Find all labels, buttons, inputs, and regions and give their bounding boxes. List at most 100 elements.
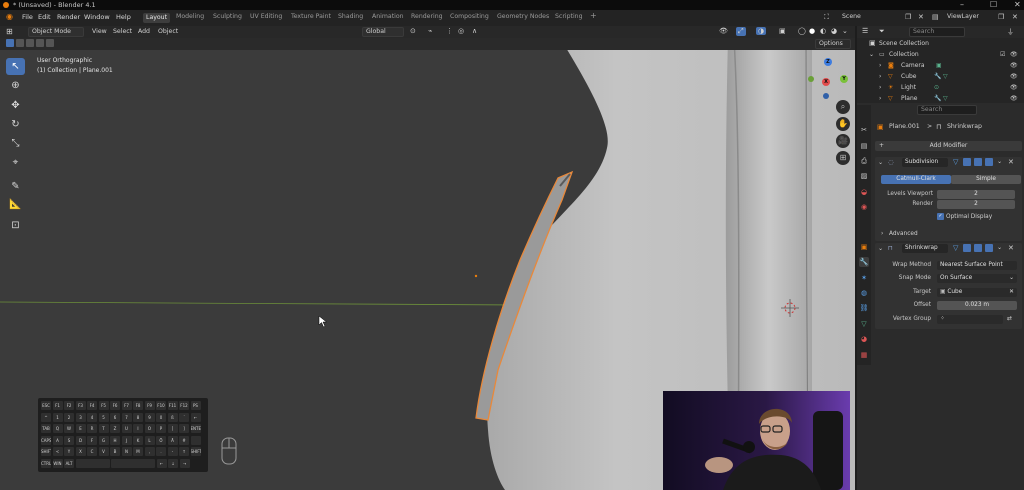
annotate-tool-icon[interactable]: ✎ <box>6 178 25 195</box>
menu-object[interactable]: Object <box>158 28 178 35</box>
collection-eye-icon[interactable]: 👁 <box>1010 49 1018 60</box>
catmull-clark-tab[interactable]: Catmull-Clark <box>881 175 951 184</box>
select-extend-icon[interactable] <box>16 39 24 47</box>
physics-tab-icon[interactable]: ◍ <box>859 288 869 298</box>
material-tab-icon[interactable]: ◕ <box>859 334 869 344</box>
overlay-toggle-icon[interactable]: ◑ <box>756 27 767 35</box>
tab-rendering[interactable]: Rendering <box>408 13 446 20</box>
transform-tool-icon[interactable]: ⌖ <box>6 154 25 171</box>
select-box-tool-icon[interactable]: ↖ <box>6 58 25 75</box>
camera-eye-icon[interactable]: 👁 <box>1010 60 1018 71</box>
simple-tab[interactable]: Simple <box>951 175 1021 184</box>
subdivision-name-field[interactable]: Subdivision <box>902 158 948 167</box>
cage-toggle-icon[interactable] <box>963 158 971 166</box>
select-invert-icon[interactable] <box>36 39 44 47</box>
expand-arrow-icon[interactable]: ⌄ <box>869 49 874 60</box>
scene-name[interactable]: Scene <box>842 13 861 20</box>
view-layer-remove-icon[interactable]: ✕ <box>1012 13 1018 21</box>
target-field[interactable]: ▣ Cube ✕ <box>937 288 1017 297</box>
view-layer-name[interactable]: ViewLayer <box>947 13 979 20</box>
menu-edit[interactable]: Edit <box>38 13 51 21</box>
view-layer-icon[interactable]: ▤ <box>932 13 939 21</box>
rendered-shading-icon[interactable]: ◕ <box>831 27 837 35</box>
menu-render[interactable]: Render <box>57 13 80 21</box>
gizmo-y-axis[interactable]: Y <box>840 75 848 83</box>
outliner-editor-type-icon[interactable]: ☰ <box>862 27 868 35</box>
menu-add[interactable]: Add <box>138 28 150 35</box>
outliner-filter-icon[interactable]: ⏷ <box>879 27 885 36</box>
collapse-arrow-icon[interactable]: ⌄ <box>878 159 883 166</box>
scene-remove-icon[interactable]: ✕ <box>918 13 924 21</box>
menu-file[interactable]: File <box>22 13 33 21</box>
solid-shading-icon[interactable]: ● <box>809 27 815 35</box>
outliner-row-light[interactable]: › ☀ Light ⊙ 👁 <box>857 82 1024 93</box>
editor-type-icon[interactable]: ⊞ <box>6 27 13 36</box>
move-tool-icon[interactable]: ✥ <box>6 97 25 114</box>
levels-viewport-field[interactable]: 2 <box>937 190 1015 199</box>
invert-vertex-group-icon[interactable]: ⇄ <box>1007 315 1012 322</box>
minimize-button[interactable]: – <box>960 0 964 10</box>
measure-tool-icon[interactable]: 📐 <box>6 196 25 213</box>
edit-mode-toggle-icon[interactable]: ▽ <box>953 158 958 166</box>
vertex-group-field[interactable]: ⁘ <box>937 315 1003 324</box>
gizmo-z-axis[interactable]: Z <box>824 58 832 66</box>
orientation-dropdown[interactable]: Global <box>362 27 404 37</box>
tab-shading[interactable]: Shading <box>335 13 366 20</box>
cube-eye-icon[interactable]: 👁 <box>1010 71 1018 82</box>
add-workspace-button[interactable]: + <box>587 11 600 20</box>
gizmo-neg-z[interactable] <box>823 93 829 99</box>
mode-dropdown[interactable]: Object Mode <box>28 27 84 37</box>
shrinkwrap-name-field[interactable]: Shrinkwrap <box>902 244 948 253</box>
camera-view-icon[interactable]: 🎥 <box>836 134 850 148</box>
tab-texture-paint[interactable]: Texture Paint <box>288 13 334 20</box>
outliner-funnel-icon[interactable]: ⏚ <box>1007 27 1014 37</box>
xray-icon[interactable]: ▣ <box>779 27 786 35</box>
pan-hand-icon[interactable]: ✋ <box>836 117 850 131</box>
proportional-edit-icon[interactable]: ◎ <box>458 27 464 35</box>
edit-mode-toggle-icon[interactable]: ▽ <box>953 244 958 252</box>
wrap-method-dropdown[interactable]: Nearest Surface Point <box>937 261 1017 270</box>
scene-tab-icon[interactable]: ◒ <box>859 187 869 197</box>
select-new-icon[interactable] <box>6 39 14 47</box>
pivot-icon[interactable]: ⊙ <box>410 27 416 35</box>
menu-view[interactable]: View <box>92 28 107 35</box>
outliner-row-camera[interactable]: › ◙ Camera ▣ 👁 <box>857 60 1024 71</box>
shading-options-icon[interactable]: ⌄ <box>842 27 848 35</box>
scale-tool-icon[interactable]: ⤡ <box>6 135 25 152</box>
navigation-gizmo[interactable]: Z Y X <box>808 52 854 102</box>
viewport-toggle-icon[interactable] <box>974 244 982 252</box>
offset-field[interactable]: 0.023 m <box>937 301 1017 310</box>
tab-uv-editing[interactable]: UV Editing <box>247 13 285 20</box>
select-intersect-icon[interactable] <box>46 39 54 47</box>
wireframe-shading-icon[interactable]: ◯ <box>798 27 806 35</box>
render-levels-field[interactable]: 2 <box>937 200 1015 209</box>
blender-menu-icon[interactable]: ◉ <box>6 12 13 21</box>
modifier-menu-icon[interactable]: ⌄ <box>997 244 1002 251</box>
tab-layout[interactable]: Layout <box>143 13 171 23</box>
tab-sculpting[interactable]: Sculpting <box>210 13 245 20</box>
menu-help[interactable]: Help <box>116 13 131 21</box>
maximize-button[interactable]: ☐ <box>990 0 997 10</box>
add-modifier-button[interactable]: + Add Modifier <box>875 141 1022 151</box>
snap-icon[interactable]: ⌁ <box>428 27 432 35</box>
remove-modifier-icon[interactable]: ✕ <box>1008 244 1014 252</box>
select-subtract-icon[interactable] <box>26 39 34 47</box>
view-layer-tab-icon[interactable]: ▨ <box>859 171 869 181</box>
outliner-search-input[interactable]: Search <box>909 27 965 37</box>
modifier-menu-icon[interactable]: ⌄ <box>997 158 1002 165</box>
gizmo-neg-y[interactable] <box>808 76 814 82</box>
texture-tab-icon[interactable]: ▦ <box>859 350 869 360</box>
modifier-tab-icon[interactable]: 🔧 <box>859 257 869 267</box>
view-layer-copy-icon[interactable]: ❐ <box>998 13 1004 21</box>
menu-select[interactable]: Select <box>113 28 132 35</box>
add-cube-tool-icon[interactable]: ⊡ <box>6 217 25 234</box>
zoom-icon[interactable]: ⌕ <box>836 100 850 114</box>
options-dropdown[interactable]: Options <box>815 39 851 49</box>
snap-mode-dropdown[interactable]: On Surface ⌄ <box>937 274 1017 283</box>
expand-arrow-icon[interactable]: › <box>879 60 881 71</box>
advanced-arrow-icon[interactable]: › <box>881 231 883 237</box>
constraints-tab-icon[interactable]: ⛓ <box>859 303 869 313</box>
cage-toggle-icon[interactable] <box>963 244 971 252</box>
render-toggle-icon[interactable] <box>985 158 993 166</box>
tab-animation[interactable]: Animation <box>369 13 407 20</box>
